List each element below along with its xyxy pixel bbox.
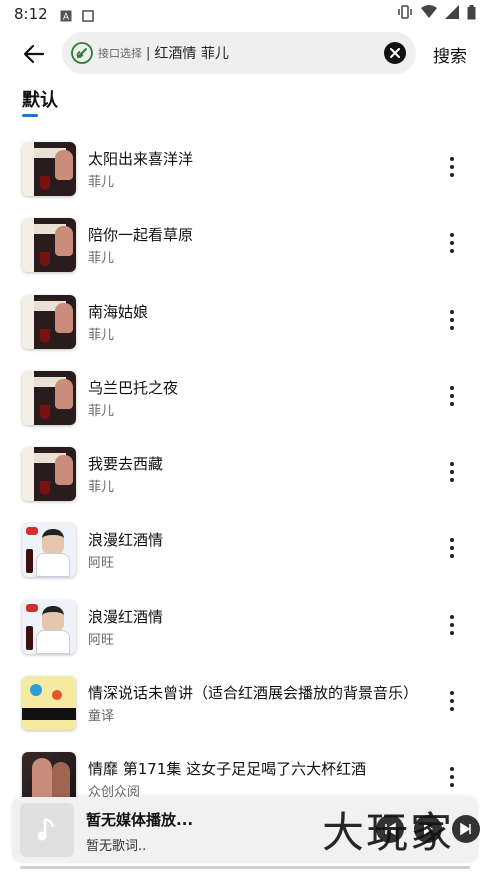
album-cover [22,599,76,654]
back-button[interactable] [18,38,50,70]
mini-player[interactable]: 暂无媒体播放... 暂无歌词.. 大玩家 [12,797,480,863]
link-icon[interactable] [70,41,94,65]
song-title: 浪漫红酒情 [88,607,164,626]
play-icon [424,823,433,835]
song-title: 乌兰巴托之夜 [88,378,179,397]
song-row[interactable]: 乌兰巴托之夜 菲儿 [0,367,490,443]
status-time: 8:12 [14,5,48,23]
song-artist: 童译 [88,709,115,725]
player-title: 暂无媒体播放... [86,811,194,829]
status-bar: 8:12 A [0,0,490,28]
gesture-bar [20,866,470,869]
more-options-icon[interactable] [440,150,464,184]
more-options-icon[interactable] [440,684,464,718]
previous-button[interactable] [376,815,404,843]
tab-default[interactable]: 默认 [22,86,58,112]
song-row[interactable]: 我要去西藏 菲儿 [0,443,490,519]
search-query[interactable]: 红酒情 菲儿 [154,43,228,63]
more-options-icon[interactable] [440,455,464,489]
album-cover [22,142,76,196]
more-options-icon[interactable] [440,379,464,413]
music-note-icon [37,817,55,841]
tab-indicator [22,114,38,117]
song-title: 情深说话未曾讲（适合红酒展会播放的背景音乐） [88,684,419,703]
signal-icon [445,5,459,23]
song-title: 南海姑娘 [88,302,149,321]
source-select-label[interactable]: 接口选择 [98,45,142,61]
song-artist: 菲儿 [88,175,115,190]
search-button[interactable]: 搜索 [433,42,467,67]
arrow-left-icon [23,44,45,64]
song-title: 浪漫红酒情 [88,531,164,550]
more-options-icon[interactable] [440,531,464,565]
vibrate-icon [397,5,413,23]
clear-search-button[interactable] [384,42,406,64]
app-notification-icon: A [60,8,72,23]
album-cover [22,676,76,731]
skip-previous-icon [385,822,396,836]
song-title: 我要去西藏 [88,455,164,474]
more-options-icon[interactable] [440,608,464,642]
square-notification-icon [81,8,94,22]
play-button[interactable] [414,815,442,843]
song-title: 陪你一起看草原 [88,226,194,245]
search-header: 接口选择 | 红酒情 菲儿 搜索 [0,32,490,76]
song-title: 太阳出来喜洋洋 [88,150,194,168]
song-artist: 菲儿 [88,403,115,419]
song-row[interactable]: 浪漫红酒情 阿旺 [0,519,490,595]
player-lyric: 暂无歌词.. [86,839,147,854]
song-row[interactable]: 陪你一起看草原 菲儿 [0,214,490,290]
song-list: 太阳出来喜洋洋 菲儿 陪你一起看草原 菲儿 南海姑娘 菲儿 乌兰巴托之夜 菲儿 我要去西藏 菲儿浪… [0,138,490,825]
search-input[interactable]: 接口选择 | 红酒情 菲儿 [62,32,416,74]
album-cover [22,523,76,578]
song-artist: 菲儿 [88,327,115,343]
more-options-icon[interactable] [440,226,464,260]
song-row[interactable]: 浪漫红酒情 阿旺 [0,596,490,672]
album-cover [22,294,76,349]
separator: | [146,45,151,61]
next-button[interactable] [452,815,480,843]
svg-text:A: A [63,13,70,23]
song-artist: 阿旺 [88,556,115,572]
more-options-icon[interactable] [440,760,464,794]
song-row[interactable]: 太阳出来喜洋洋 菲儿 [0,138,490,214]
song-artist: 菲儿 [88,251,115,267]
skip-next-icon [460,822,471,836]
close-icon [390,48,400,58]
song-row[interactable]: 南海姑娘 菲儿 [0,291,490,367]
song-row[interactable]: 情深说话未曾讲（适合红酒展会播放的背景音乐） 童译 [0,672,490,748]
album-cover [22,370,76,425]
more-options-icon[interactable] [440,303,464,337]
song-artist: 菲儿 [88,480,115,496]
wifi-icon [421,5,437,23]
song-title: 情靡 第171集 这女子足足喝了六大杯红酒 [88,760,367,779]
song-artist: 阿旺 [88,632,115,648]
play-controls [376,815,480,843]
player-cover[interactable] [20,803,74,857]
album-cover [22,447,76,502]
battery-icon [467,4,476,24]
album-cover [22,218,76,273]
